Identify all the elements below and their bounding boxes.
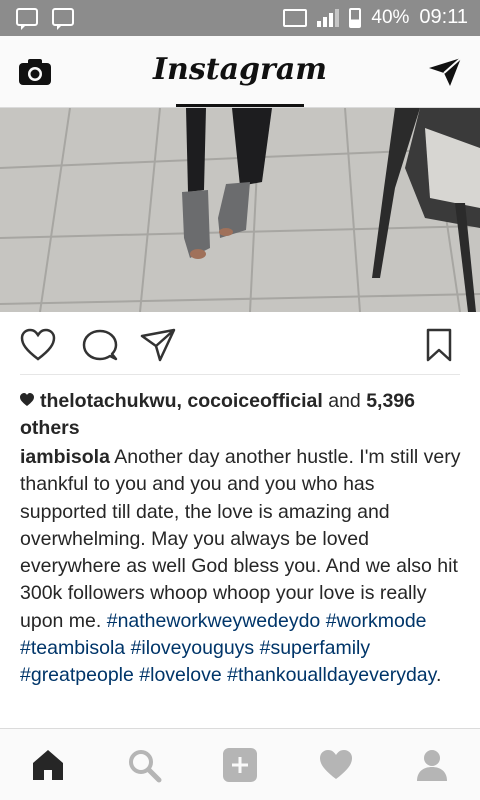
likes-connector: and — [328, 390, 361, 412]
hashtag[interactable]: #thankoualldayeveryday — [227, 664, 436, 686]
bbm-notification-icon — [16, 8, 38, 30]
comment-icon[interactable] — [82, 328, 118, 362]
caption-ending: . — [435, 664, 442, 687]
battery-icon — [349, 7, 362, 28]
status-bar: 40% 09:11 — [0, 0, 480, 36]
likes-summary[interactable]: thelotachukwu, cocoiceofficial and 5,396… — [20, 388, 460, 442]
hashtag[interactable]: #iloveyouguys — [131, 637, 255, 659]
clock: 09:11 — [419, 6, 468, 28]
bbm-notification-icon-2 — [52, 8, 74, 30]
hashtag[interactable]: #greatpeople — [20, 664, 134, 686]
instagram-logo: Instagram — [153, 52, 327, 87]
cast-icon — [283, 8, 308, 27]
bookmark-icon[interactable] — [424, 328, 454, 362]
logo-underline — [176, 104, 304, 107]
heart-icon[interactable] — [20, 328, 56, 362]
app-header: Instagram — [0, 36, 480, 108]
divider — [20, 374, 460, 375]
bottom-nav — [0, 728, 480, 800]
share-icon[interactable] — [140, 328, 176, 362]
likes-heart-icon — [20, 393, 34, 406]
home-icon[interactable] — [30, 747, 66, 783]
post-photo[interactable] — [0, 108, 480, 312]
hashtag[interactable]: #lovelove — [139, 664, 221, 686]
hashtag[interactable]: #teambisola — [20, 637, 125, 659]
search-icon[interactable] — [126, 747, 162, 783]
post-caption: iambisola Another day another hustle. I'… — [20, 444, 464, 690]
caption-username[interactable]: iambisola — [20, 446, 110, 468]
activity-heart-icon[interactable] — [318, 747, 354, 783]
hashtag[interactable]: #natheworkweywedeydo — [107, 610, 321, 632]
liked-by-users[interactable]: thelotachukwu, cocoiceofficial — [40, 390, 323, 412]
signal-icon — [317, 8, 340, 27]
battery-percent: 40% — [371, 6, 410, 28]
post-actions — [0, 312, 480, 376]
hashtag[interactable]: #superfamily — [260, 637, 371, 659]
add-icon[interactable] — [222, 747, 258, 783]
profile-icon[interactable] — [414, 747, 450, 783]
caption-text: Another day another hustle. I'm still ve… — [20, 446, 461, 632]
paper-plane-icon[interactable] — [428, 56, 462, 88]
hashtag[interactable]: #workmode — [326, 610, 427, 632]
